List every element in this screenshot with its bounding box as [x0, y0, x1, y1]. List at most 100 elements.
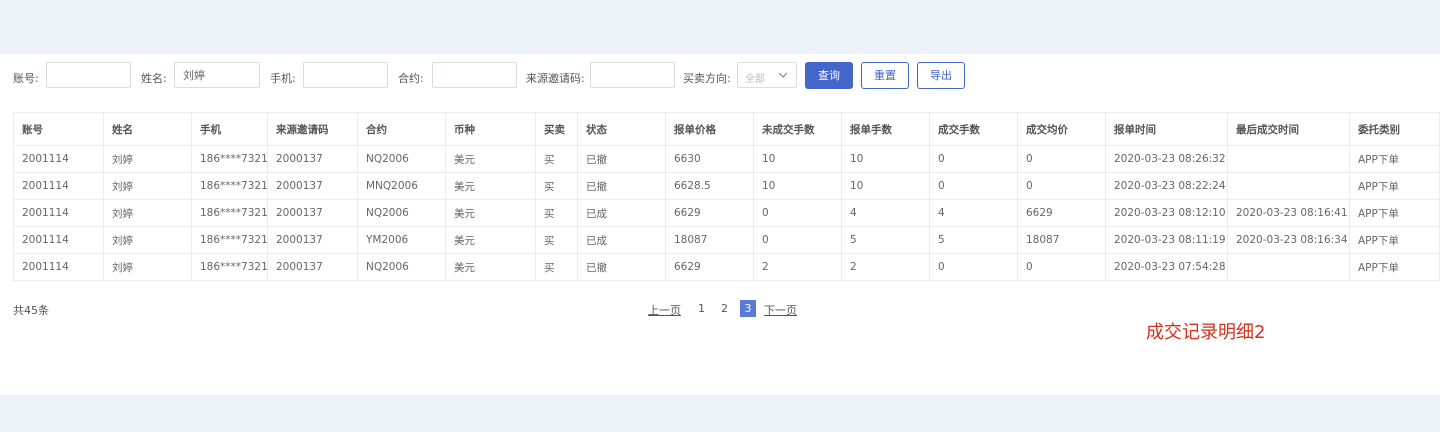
- cell-avg-fill-price: 6629: [1017, 199, 1106, 227]
- cell-account: 2001114: [13, 253, 104, 281]
- cell-phone: 186****7321: [191, 172, 268, 200]
- column-header-last-fill-time: 最后成交时间: [1227, 112, 1350, 146]
- cell-order-type: APP下单: [1349, 199, 1440, 227]
- page-link-1[interactable]: 1: [698, 302, 705, 315]
- cell-unfilled-qty: 0: [753, 226, 842, 254]
- cell-last-fill-time: 2020-03-23 08:16:41: [1227, 199, 1350, 227]
- cell-status: 已撤: [577, 253, 666, 281]
- column-header-order-price: 报单价格: [665, 112, 754, 146]
- cell-order-price: 6629: [665, 253, 754, 281]
- next-page-link[interactable]: 下一页: [764, 302, 797, 318]
- cell-unfilled-qty: 10: [753, 172, 842, 200]
- table-row: 2001114 刘婷 186****7321 2000137 YM2006 美元买已成 18…: [13, 226, 1440, 254]
- cell-filled-qty: 4: [929, 199, 1018, 227]
- cell-invite-code: 2000137: [267, 253, 358, 281]
- column-header-order-time: 报单时间: [1105, 112, 1228, 146]
- direction-label: 买卖方向:: [683, 72, 731, 85]
- table-row: 2001114 刘婷 186****7321 2000137 NQ2006 美元买已成 66…: [13, 199, 1440, 227]
- cell-order-time: 2020-03-23 08:22:24: [1105, 172, 1228, 200]
- cell-filled-qty: 5: [929, 226, 1018, 254]
- page-link-3-current[interactable]: 3: [740, 300, 756, 317]
- cell-filled-qty: 0: [929, 145, 1018, 173]
- cell-last-fill-time: [1227, 145, 1350, 173]
- column-header-status: 状态: [577, 112, 666, 146]
- cell-status: 已撤: [577, 145, 666, 173]
- export-button[interactable]: 导出: [917, 62, 965, 89]
- cell-avg-fill-price: 0: [1017, 172, 1106, 200]
- cell-currency: 美元: [445, 145, 536, 173]
- cell-account: 2001114: [13, 199, 104, 227]
- cell-account: 2001114: [13, 172, 104, 200]
- cell-order-price: 6629: [665, 199, 754, 227]
- cell-filled-qty: 0: [929, 172, 1018, 200]
- direction-select[interactable]: 全部: [737, 62, 797, 88]
- cell-order-price: 18087: [665, 226, 754, 254]
- cell-name: 刘婷: [103, 172, 192, 200]
- name-input[interactable]: [174, 62, 260, 88]
- cell-order-time: 2020-03-23 08:26:32: [1105, 145, 1228, 173]
- cell-side: 买: [535, 226, 578, 254]
- cell-name: 刘婷: [103, 226, 192, 254]
- cell-contract: MNQ2006: [357, 172, 446, 200]
- cell-contract: NQ2006: [357, 199, 446, 227]
- chevron-down-icon: [778, 67, 788, 86]
- cell-order-type: APP下单: [1349, 172, 1440, 200]
- column-header-order-type: 委托类别: [1349, 112, 1440, 146]
- column-header-contract: 合约: [357, 112, 446, 146]
- cell-last-fill-time: 2020-03-23 08:16:34: [1227, 226, 1350, 254]
- cell-contract: NQ2006: [357, 253, 446, 281]
- direction-select-value: 全部: [745, 74, 765, 85]
- column-header-invite-code: 来源邀请码: [267, 112, 358, 146]
- query-button[interactable]: 查询: [805, 62, 853, 89]
- contract-input[interactable]: [432, 62, 517, 88]
- cell-unfilled-qty: 2: [753, 253, 842, 281]
- contract-label: 合约:: [398, 72, 424, 85]
- cell-contract: YM2006: [357, 226, 446, 254]
- cell-name: 刘婷: [103, 253, 192, 281]
- cell-order-qty: 10: [841, 172, 930, 200]
- column-header-currency: 币种: [445, 112, 536, 146]
- invite-code-input[interactable]: [590, 62, 675, 88]
- cell-avg-fill-price: 0: [1017, 253, 1106, 281]
- account-input[interactable]: [46, 62, 131, 88]
- cell-invite-code: 2000137: [267, 226, 358, 254]
- cell-order-qty: 2: [841, 253, 930, 281]
- cell-unfilled-qty: 0: [753, 199, 842, 227]
- cell-order-price: 6628.5: [665, 172, 754, 200]
- column-header-side: 买卖: [535, 112, 578, 146]
- cell-order-price: 6630: [665, 145, 754, 173]
- cell-name: 刘婷: [103, 199, 192, 227]
- cell-name: 刘婷: [103, 145, 192, 173]
- cell-side: 买: [535, 145, 578, 173]
- phone-input[interactable]: [303, 62, 388, 88]
- cell-currency: 美元: [445, 226, 536, 254]
- column-header-name: 姓名: [103, 112, 192, 146]
- cell-order-time: 2020-03-23 08:12:10: [1105, 199, 1228, 227]
- page-link-2[interactable]: 2: [721, 302, 728, 315]
- reset-button[interactable]: 重置: [861, 62, 909, 89]
- header-row: 账号 姓名 手机 来源邀请码 合约 币种 买卖 状态 报单价格 未成交手数 报单手数 成交手数 成交均价…: [13, 112, 1440, 146]
- name-label: 姓名:: [141, 72, 167, 85]
- table-row: 2001114 刘婷 186****7321 2000137 NQ2006 美元买已撤 66…: [13, 145, 1440, 173]
- cell-status: 已成: [577, 226, 666, 254]
- phone-label: 手机:: [270, 72, 296, 85]
- cell-last-fill-time: [1227, 253, 1350, 281]
- cell-currency: 美元: [445, 199, 536, 227]
- total-count: 共45条: [13, 304, 49, 317]
- column-header-account: 账号: [13, 112, 104, 146]
- cell-phone: 186****7321: [191, 199, 268, 227]
- prev-page-link[interactable]: 上一页: [648, 302, 681, 318]
- cell-currency: 美元: [445, 172, 536, 200]
- trade-records-table: 账号 姓名 手机 来源邀请码 合约 币种 买卖 状态 报单价格 未成交手数 报单手数 成交手数 成交均价…: [13, 112, 1440, 281]
- cell-phone: 186****7321: [191, 253, 268, 281]
- cell-account: 2001114: [13, 145, 104, 173]
- column-header-unfilled-qty: 未成交手数: [753, 112, 842, 146]
- cell-phone: 186****7321: [191, 226, 268, 254]
- column-header-order-qty: 报单手数: [841, 112, 930, 146]
- cell-order-time: 2020-03-23 08:11:19: [1105, 226, 1228, 254]
- table-header: 账号 姓名 手机 来源邀请码 合约 币种 买卖 状态 报单价格 未成交手数 报单手数 成交手数 成交均价…: [13, 112, 1440, 146]
- cell-order-qty: 10: [841, 145, 930, 173]
- cell-order-qty: 4: [841, 199, 930, 227]
- invite-code-label: 来源邀请码:: [526, 72, 585, 85]
- column-header-filled-qty: 成交手数: [929, 112, 1018, 146]
